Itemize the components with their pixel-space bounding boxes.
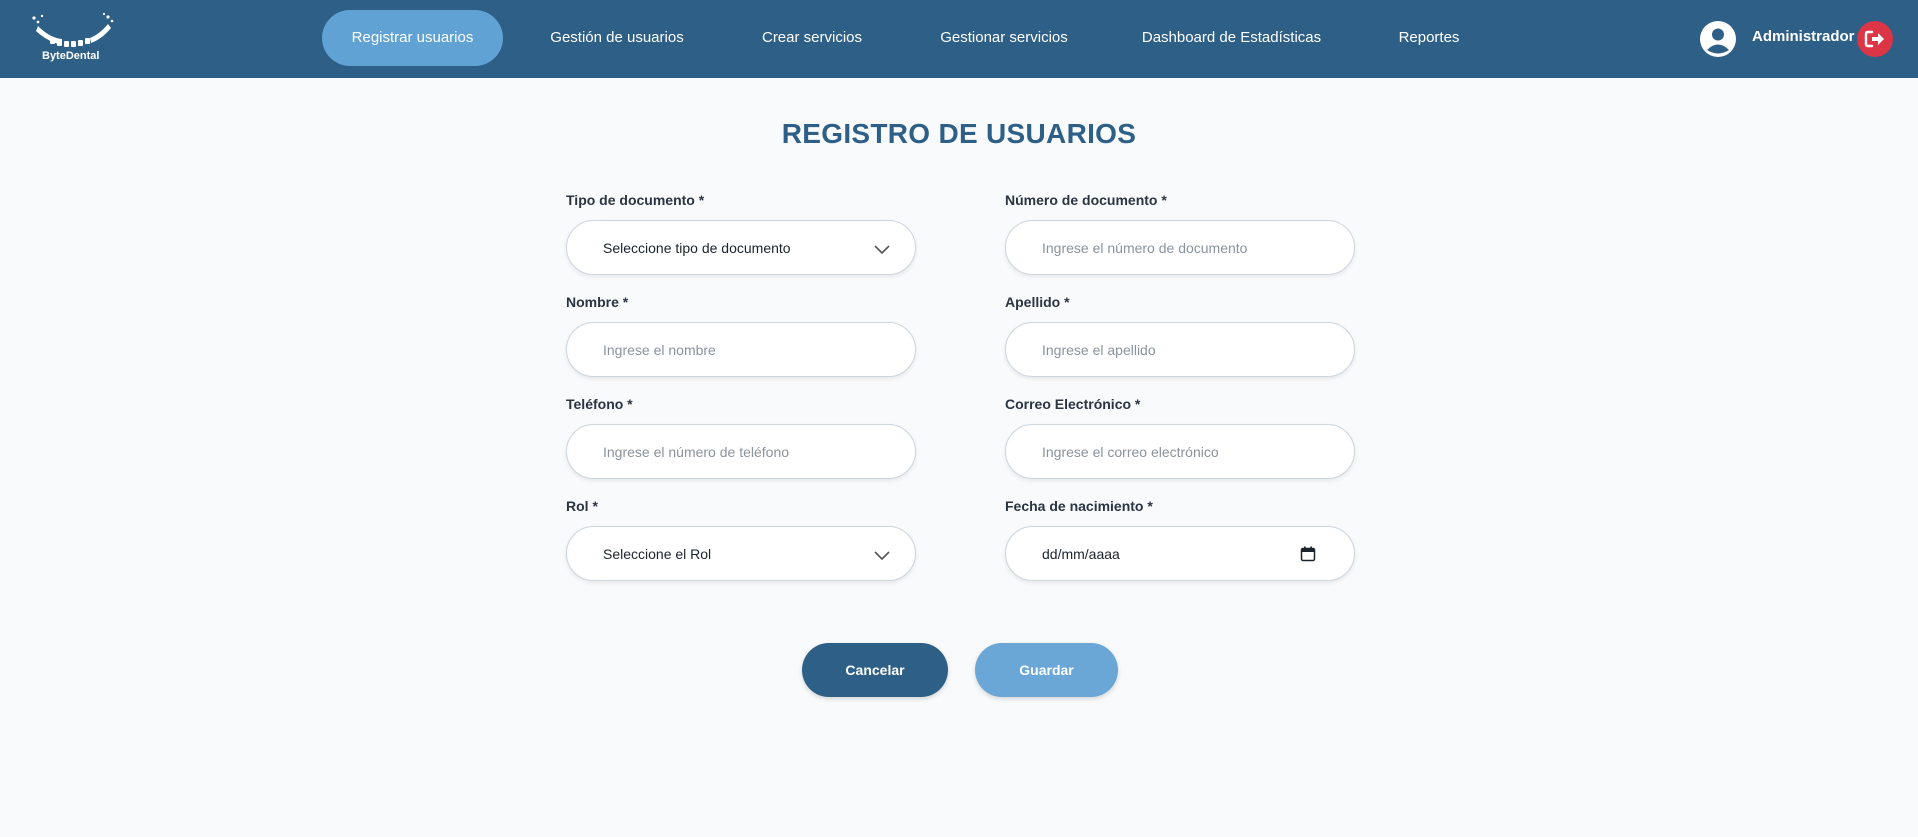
tipo-documento-value: Seleccione tipo de documento: [603, 240, 791, 256]
logo-text: ByteDental: [42, 50, 100, 62]
nav-reportes[interactable]: Reportes: [1390, 10, 1468, 66]
label-telefono: Teléfono *: [566, 396, 633, 412]
nav-dashboard-estadisticas[interactable]: Dashboard de Estadísticas: [1140, 10, 1323, 66]
nav-registrar-usuarios[interactable]: Registrar usuarios: [322, 10, 503, 66]
save-button[interactable]: Guardar: [975, 643, 1118, 697]
rol-value: Seleccione el Rol: [603, 546, 712, 562]
correo-placeholder: Ingrese el correo electrónico: [1042, 444, 1219, 460]
correo-input[interactable]: Ingrese el correo electrónico: [1005, 424, 1355, 479]
tipo-documento-select[interactable]: Seleccione tipo de documento: [566, 220, 916, 275]
top-navbar: ByteDental Registrar usuarios Gestión de…: [0, 0, 1918, 78]
label-rol: Rol *: [566, 498, 598, 514]
page-title: REGISTRO DE USUARIOS: [781, 118, 1137, 149]
label-nombre: Nombre *: [566, 294, 629, 310]
fecha-nacimiento-value: dd/mm/aaaa: [1042, 546, 1120, 562]
numero-documento-placeholder: Ingrese el número de documento: [1042, 240, 1248, 256]
logout-icon: [1864, 30, 1884, 48]
label-numero-documento: Número de documento *: [1005, 192, 1167, 208]
telefono-input[interactable]: Ingrese el número de teléfono: [566, 424, 916, 479]
rol-select[interactable]: Seleccione el Rol: [566, 526, 916, 581]
cancel-button[interactable]: Cancelar: [802, 643, 948, 697]
label-fecha-nacimiento: Fecha de nacimiento *: [1005, 498, 1153, 514]
nombre-placeholder: Ingrese el nombre: [603, 342, 716, 358]
label-apellido: Apellido *: [1005, 294, 1070, 310]
user-name: Administrador: [1752, 28, 1855, 45]
chevron-down-icon: [874, 551, 890, 561]
apellido-placeholder: Ingrese el apellido: [1042, 342, 1156, 358]
apellido-input[interactable]: Ingrese el apellido: [1005, 322, 1355, 377]
tooth-logo-icon: [32, 12, 114, 47]
nav-gestion-usuarios[interactable]: Gestión de usuarios: [537, 10, 697, 66]
nombre-input[interactable]: Ingrese el nombre: [566, 322, 916, 377]
bytedental-logo[interactable]: ByteDental: [28, 12, 118, 66]
nav-crear-servicios[interactable]: Crear servicios: [752, 10, 872, 66]
numero-documento-input[interactable]: Ingrese el número de documento: [1005, 220, 1355, 275]
fecha-nacimiento-input[interactable]: dd/mm/aaaa: [1005, 526, 1355, 581]
telefono-placeholder: Ingrese el número de teléfono: [603, 444, 790, 460]
label-tipo-documento: Tipo de documento *: [566, 192, 705, 208]
chevron-down-icon: [874, 245, 890, 255]
calendar-icon[interactable]: [1300, 546, 1316, 562]
nav-gestionar-servicios[interactable]: Gestionar servicios: [933, 10, 1075, 66]
logout-button[interactable]: [1857, 21, 1893, 57]
user-circle-icon[interactable]: [1700, 21, 1736, 57]
label-correo: Correo Electrónico *: [1005, 396, 1141, 412]
